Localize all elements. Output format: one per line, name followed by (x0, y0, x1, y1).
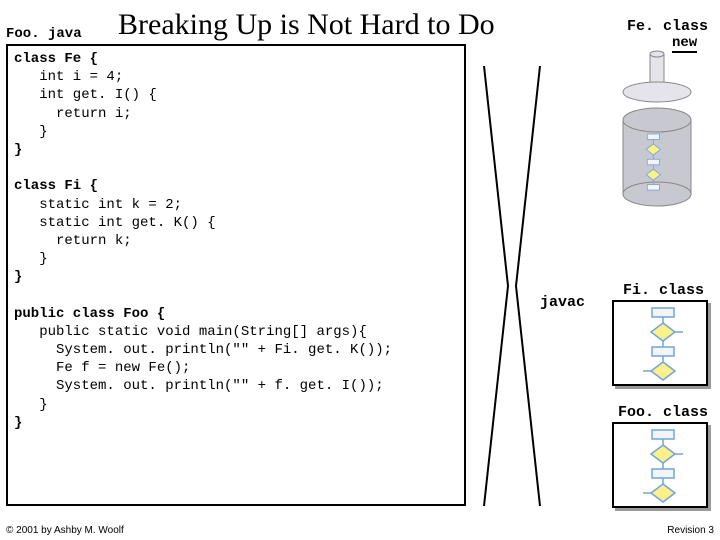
revision-text: Revision 3 (667, 525, 714, 536)
fi-flowchart-icon (614, 302, 710, 388)
page-title: Breaking Up is Not Hard to Do (118, 8, 495, 42)
foo-flowchart-icon (614, 424, 710, 510)
fi-class-label: Fi. class (623, 282, 704, 299)
fe-class-label: Fe. class (627, 18, 708, 35)
foo-class-label: Foo. class (618, 404, 708, 421)
javac-label: javac (540, 294, 585, 311)
compile-funnel-icon (478, 66, 548, 506)
source-code-box: class Fe { int i = 4; int get. I() { ret… (6, 44, 466, 506)
copyright-text: © 2001 by Ashby M. Woolf (6, 525, 124, 536)
foo-class-box (612, 422, 708, 508)
fi-class-box (612, 300, 708, 386)
grinder-icon (606, 48, 706, 218)
source-filename: Foo. java (6, 26, 82, 42)
